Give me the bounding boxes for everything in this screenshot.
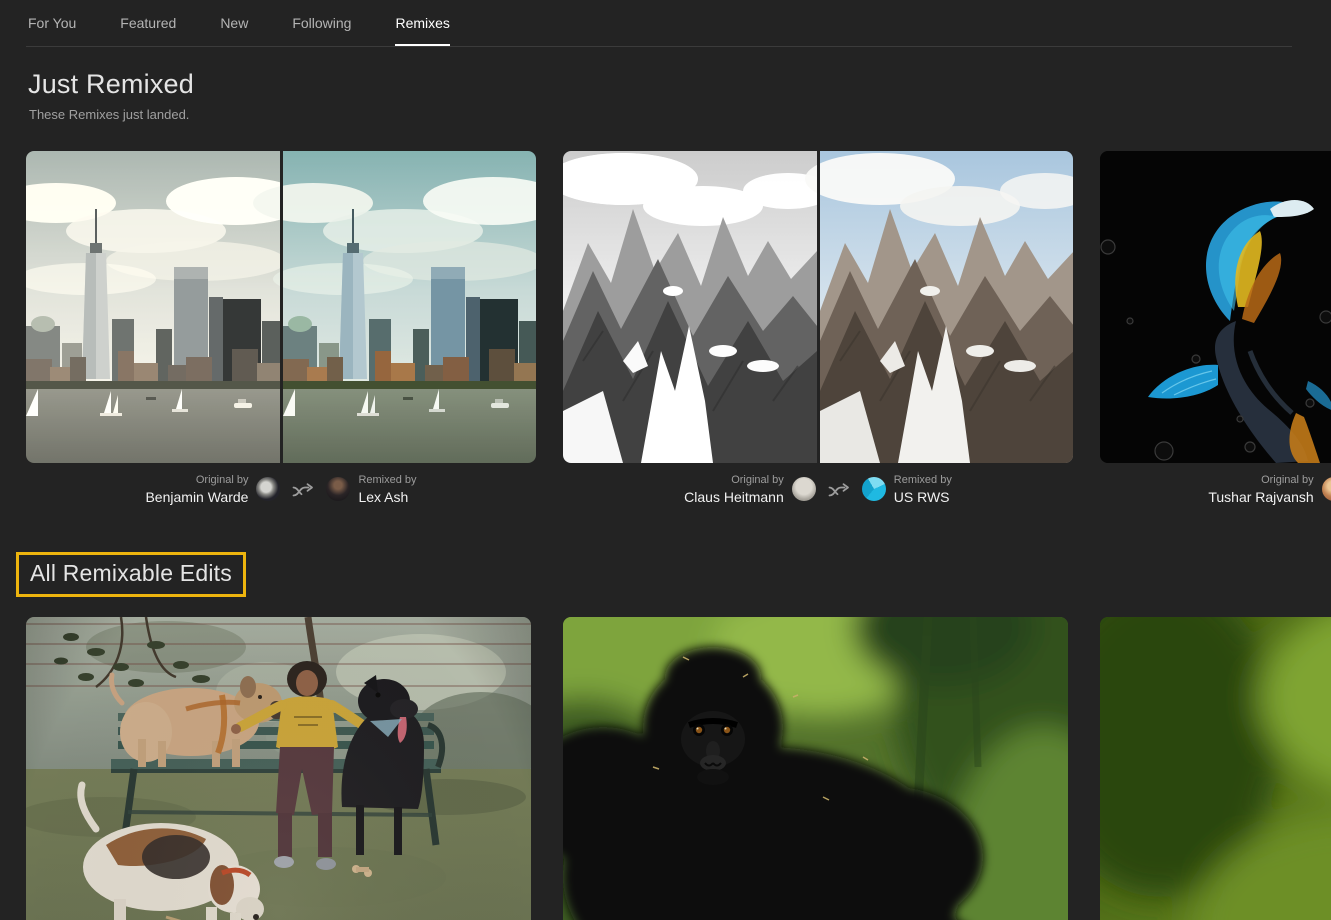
remixed-by-label: Remixed by — [893, 474, 952, 487]
original-author-avatar[interactable] — [791, 477, 816, 502]
remix-photo-new-york-skyline[interactable] — [26, 151, 536, 463]
remix-photo-betta-fish[interactable] — [1100, 151, 1331, 463]
original-author-name[interactable]: Tushar Rajvansh — [1208, 488, 1313, 506]
tab-following[interactable]: Following — [292, 0, 351, 47]
nav-divider — [26, 46, 1292, 47]
remix-shuffle-icon — [828, 482, 850, 498]
original-by-label: Original by — [195, 474, 249, 487]
remix-author-avatar[interactable] — [861, 477, 886, 502]
remix-card: Original by Claus Heitmann Remixed by US… — [563, 151, 1073, 506]
remixed-by-label: Remixed by — [358, 474, 417, 487]
remix-author-name[interactable]: US RWS — [894, 488, 950, 506]
remix-photo-mountain-peaks[interactable] — [563, 151, 1073, 463]
original-author: Original by Claus Heitmann — [684, 473, 816, 505]
tab-featured[interactable]: Featured — [120, 0, 176, 47]
edit-photo-woman-with-dogs[interactable] — [26, 617, 531, 920]
tab-for-you[interactable]: For You — [28, 0, 76, 47]
remix-author-avatar[interactable] — [326, 477, 351, 502]
original-author-avatar[interactable] — [256, 477, 281, 502]
original-by-label: Original by — [1261, 474, 1314, 487]
section-title: Just Remixed — [28, 69, 194, 99]
all-remixable-edits-highlight-box: All Remixable Edits — [16, 552, 246, 597]
remix-attribution: Original by Tushar Rajvansh — [1100, 473, 1331, 506]
edit-photo-baby-gorilla[interactable] — [563, 617, 1068, 920]
all-remixable-edits-row — [26, 617, 1331, 920]
remix-author-name[interactable]: Lex Ash — [358, 488, 408, 506]
original-author-avatar[interactable] — [1321, 477, 1331, 502]
remix-shuffle-icon — [292, 482, 314, 498]
remix-author: Remixed by Lex Ash — [326, 473, 417, 506]
just-remixed-row: Original by Benjamin Warde Remixed by Le… — [26, 151, 1331, 506]
remix-card: Original by Tushar Rajvansh — [1100, 151, 1331, 506]
remix-author: Remixed by US RWS — [861, 473, 952, 506]
original-author: Original by Benjamin Warde — [145, 473, 281, 506]
section-subtitle: These Remixes just landed. — [29, 107, 190, 122]
tab-new[interactable]: New — [220, 0, 248, 47]
edit-photo-green-foliage[interactable] — [1100, 617, 1331, 920]
original-author-name[interactable]: Claus Heitmann — [684, 488, 784, 506]
original-author: Original by Tushar Rajvansh — [1208, 473, 1331, 505]
just-remixed-section-header: Just Remixed These Remixes just landed. — [28, 69, 194, 122]
community-remixes-page: For You Featured New Following Remixes J… — [0, 0, 1331, 920]
remix-card: Original by Benjamin Warde Remixed by Le… — [26, 151, 536, 506]
tab-remixes[interactable]: Remixes — [395, 0, 450, 47]
feed-tab-bar: For You Featured New Following Remixes — [28, 0, 450, 47]
section-title: All Remixable Edits — [30, 560, 232, 586]
remix-attribution: Original by Benjamin Warde Remixed by Le… — [26, 473, 536, 506]
remix-attribution: Original by Claus Heitmann Remixed by US… — [563, 473, 1073, 506]
original-by-label: Original by — [731, 474, 784, 487]
original-author-name[interactable]: Benjamin Warde — [145, 488, 248, 506]
